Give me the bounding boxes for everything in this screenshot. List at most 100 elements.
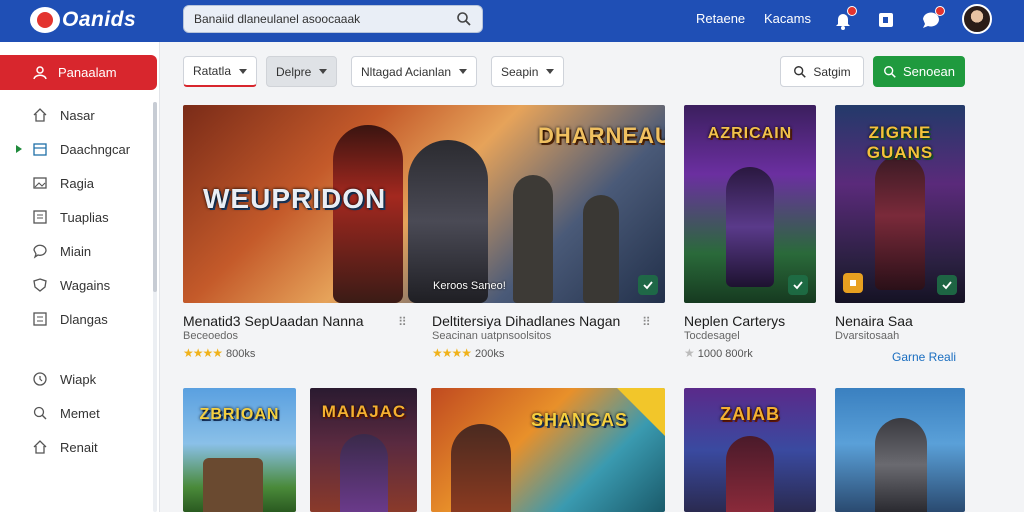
platform-badge-icon [937,275,957,295]
game-title[interactable]: Menatid3 SepUaadan Nanna [183,313,364,329]
more-options-icon[interactable]: ⠿ [642,315,652,329]
featured-art-title-2: DHARNEAU [538,123,665,148]
hero-figure [513,175,553,303]
logo[interactable]: Oanids [30,6,136,34]
sidebar-item-ragia[interactable]: Ragia [0,171,150,195]
star-rating-icon: ★★★★ [183,346,223,360]
game-card-image[interactable]: ZIGRIE GUANS [835,105,965,303]
sidebar-item-memet[interactable]: Memet [0,401,150,425]
filter-dropdown-delpre[interactable]: Delpre [266,56,338,87]
rating-count: 200ks [475,348,505,360]
notification-dot-icon [847,6,857,16]
game-subtitle: Beceoedos [183,330,239,342]
game-card-image[interactable]: ZAIAB [684,388,816,512]
search-icon[interactable] [456,11,472,27]
game-card-image[interactable]: SHANGAS [431,388,665,512]
sidebar-item-renait[interactable]: Renait [0,435,150,459]
search-icon [884,65,896,78]
chat-icon [33,244,47,259]
featured-overlay-text: Keroos Saneo! [433,280,506,292]
platform-badge-icon [638,275,658,295]
sidebar-item-nasar[interactable]: Nasar [0,103,150,127]
sidebar-item-label: Miain [60,243,92,259]
chevron-down-icon [319,69,328,74]
search-icon [33,406,47,420]
message-dot-icon [935,6,945,16]
filter-dropdown-nltagad[interactable]: Nltagad Acianlan [351,56,478,87]
sidebar: Panaalam Nasar Daachngcar Ragia Tuaplias… [0,42,160,512]
sidebar-item-dlangas[interactable]: Dlangas [0,307,150,331]
sidebar-item-label: Wagains [60,277,111,293]
sidebar-item-daachngcar[interactable]: Daachngcar [0,137,150,161]
game-link[interactable]: Garne Reali [892,350,956,364]
game-card-image-featured[interactable]: WEUPRIDON DHARNEAU Keroos Saneo! [183,105,665,303]
filter-dropdown-seapin[interactable]: Seapin [491,56,565,87]
sidebar-item-label: Wiapk [60,371,97,387]
chevron-down-icon [546,69,555,74]
logo-text: Oanids [62,8,137,31]
chat-bubble-icon[interactable] [920,6,945,31]
rating-count: 1000 800rk [697,348,753,360]
game-title[interactable]: Deltitersiya Dihadlanes Nagan [432,313,620,329]
filter-label: Nltagad Acianlan [361,64,452,79]
building-shape [203,458,263,512]
sidebar-item-label: Dlangas [60,311,108,327]
calendar-icon [33,143,47,156]
search-button-label: Satgim [813,64,851,79]
sidebar-item-label: Daachngcar [60,141,131,157]
rating-badge-icon [843,273,863,293]
nav-link-retaene[interactable]: Retaene [696,11,745,26]
game-rating: ★★★★ 200ks [432,346,504,360]
hero-figure [340,434,388,512]
game-rating: ★ 1000 800rk [684,346,753,360]
video-icon[interactable] [876,9,898,31]
hero-figure [408,140,488,303]
avatar[interactable] [962,4,992,34]
sidebar-item-active[interactable]: Panaalam [0,55,157,90]
game-title[interactable]: Neplen Carterys [684,313,785,329]
game-rating: ★★★★ 800ks [183,346,255,360]
search-button[interactable]: Satgim [780,56,864,87]
card-art-title: ZAIAB [720,404,780,424]
filter-dropdown-ratatla[interactable]: Ratatla [183,56,258,87]
star-rating-icon: ★★★★ [432,346,472,360]
sidebar-item-miain[interactable]: Miain [0,239,150,263]
nav-link-kacams[interactable]: Kacams [764,11,811,26]
game-card-image[interactable]: ZBRIOAN [183,388,296,512]
game-card-image[interactable]: MAIAJAC [310,388,417,512]
filter-label: Ratatla [193,64,232,78]
star-rating-icon: ★ [684,346,695,360]
sidebar-item-label: Renait [60,439,98,455]
gallery-icon [33,177,47,189]
game-title[interactable]: Nenaira Saa [835,313,913,329]
game-card-image[interactable]: AZRICAIN [684,105,816,303]
search-input[interactable]: Banaiid dlaneulanel asoocaaak [194,12,456,26]
sidebar-item-tuaplias[interactable]: Tuaplias [0,205,150,229]
card-art-title: ZIGRIE GUANS [866,123,934,162]
hero-figure [875,155,925,290]
sidebar-item-wagains[interactable]: Wagains [0,273,150,297]
notification-icon[interactable] [832,6,857,31]
game-card-image[interactable] [835,388,965,512]
featured-art-title: WEUPRIDON [203,183,387,214]
search-bar[interactable]: Banaiid dlaneulanel asoocaaak [183,5,483,33]
primary-button[interactable]: Senoean [873,56,965,87]
sidebar-item-label: Memet [60,405,100,421]
hero-figure [875,418,927,512]
sidebar-item-label: Nasar [60,107,95,123]
hero-figure [583,195,619,303]
game-subtitle: Tocdesagel [684,330,740,342]
platform-badge-icon [788,275,808,295]
list-icon [33,312,47,326]
users-icon [33,65,47,79]
sidebar-item-wiapk[interactable]: Wiapk [0,367,150,391]
card-art-title: SHANGAS [531,410,629,430]
home-icon [33,108,47,122]
primary-button-label: Senoean [902,64,956,79]
more-options-icon[interactable]: ⠿ [398,315,408,329]
card-art-title: AZRICAIN [707,125,793,142]
card-art-title: MAIAJAC [321,402,407,421]
rating-count: 800ks [226,348,256,360]
sidebar-scroll-thumb[interactable] [153,102,157,292]
grid-icon [33,210,47,224]
